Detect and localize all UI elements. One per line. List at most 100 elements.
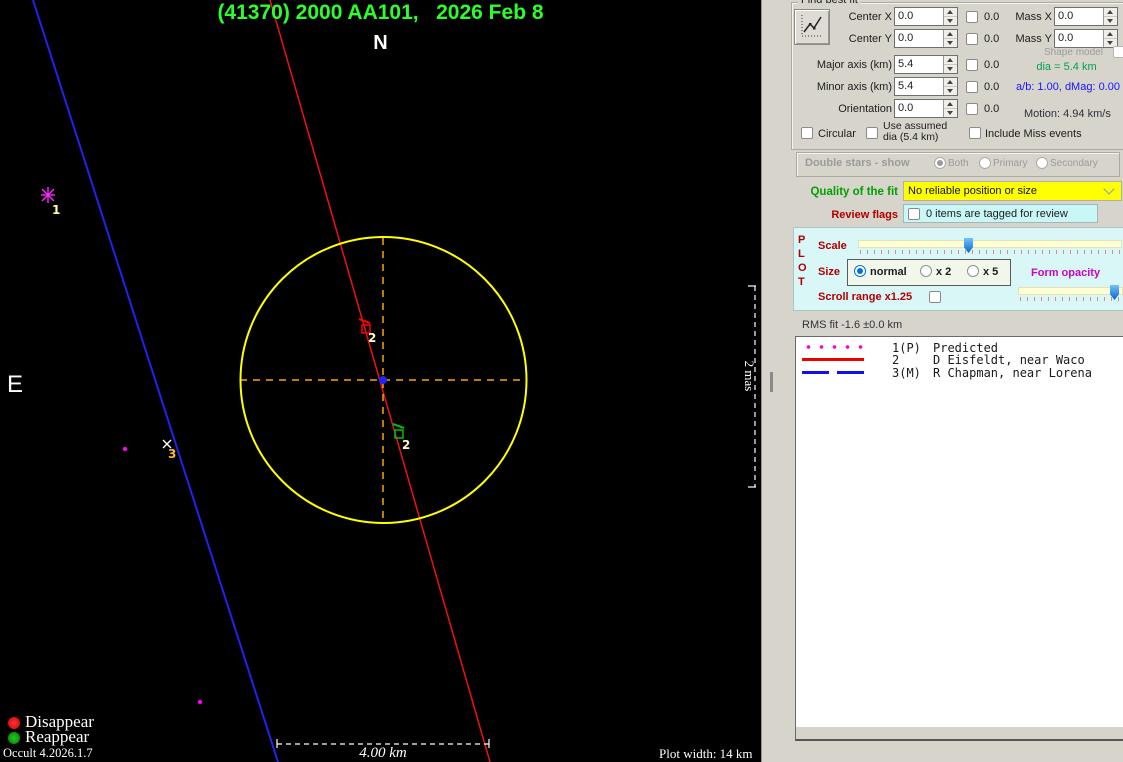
observer-row-3[interactable]: 3(M) R Chapman, near Lorena [796,366,1123,378]
mass-y-value: 0.0 [1055,30,1103,47]
motion-text: Motion: 4.94 km/s [1024,108,1111,120]
center-y-error: 0.0 [984,33,999,45]
quality-dropdown[interactable]: No reliable position or size [903,181,1122,201]
svg-text:1: 1 [52,203,60,217]
orientation-spinner[interactable] [943,100,957,117]
quality-dropdown-value: No reliable position or size [904,185,1105,197]
center-y-input[interactable]: 0.0 [894,29,958,48]
mass-x-input[interactable]: 0.0 [1054,7,1118,26]
find-best-fit-caption: Find best fit [798,0,861,6]
scale-slider[interactable] [858,238,1122,255]
double-stars-primary-radio[interactable] [979,157,991,169]
app-version: Occult 4.2026.1.7 [3,746,93,761]
north-label: N [0,32,761,55]
mas-bar-label: 2 mas [741,353,757,399]
splitter-handle[interactable] [770,372,773,392]
double-stars-primary-label: Primary [993,158,1027,169]
orientation-value: 0.0 [895,100,943,117]
form-opacity-slider[interactable] [1018,285,1123,302]
double-stars-both-radio[interactable] [934,157,946,169]
include-miss-checkbox[interactable] [969,127,981,139]
scale-bar-label: 4.00 km [300,745,466,762]
circular-checkbox[interactable] [801,127,813,139]
circular-label: Circular [818,128,856,140]
orientation-fit-checkbox[interactable] [966,103,978,115]
diameter-text: dia = 5.4 km [1014,61,1119,73]
scale-label: Scale [818,240,847,252]
control-panel: Find best fit Center X 0.0 0.0 Mass X 0.… [761,0,1123,762]
size-normal-radio[interactable] [854,265,866,277]
major-axis-error: 0.0 [984,59,999,71]
shape-model-checkbox[interactable] [1113,46,1123,58]
observer-row-predicted[interactable]: 1(P) Predicted [796,341,1123,353]
center-x-spinner[interactable] [943,8,957,25]
reappear-legend-label: Reappear [25,727,89,747]
double-stars-caption: Double stars - show [805,157,910,169]
major-axis-fit-checkbox[interactable] [966,59,978,71]
minor-axis-label: Minor axis (km) [786,81,892,93]
quality-of-fit-label: Quality of the fit [798,186,898,198]
review-flags-label: Review flags [798,209,898,221]
center-y-spinner[interactable] [943,30,957,47]
minor-axis-fit-checkbox[interactable] [966,81,978,93]
review-flags-text: 0 items are tagged for review [926,208,1068,220]
use-assumed-dia-label: Use assumed dia (5.4 km) [883,121,963,143]
svg-text:2: 2 [368,331,376,345]
size-x5-radio[interactable] [967,265,979,277]
form-opacity-label: Form opacity [1031,267,1100,279]
major-axis-input[interactable]: 5.4 [894,55,958,74]
fit-chart-icon [795,10,827,42]
line-sample-red-solid [802,358,864,361]
minor-axis-spinner[interactable] [943,78,957,95]
observer-num: 2 [892,353,899,367]
orientation-input[interactable]: 0.0 [894,99,958,118]
center-y-fit-checkbox[interactable] [966,33,978,45]
center-y-value: 0.0 [895,30,943,47]
occultation-plot-area[interactable]: 1223 (41370) 2000 AA101, 2026 Feb 8 N E … [0,0,761,762]
axis-ratio-text: a/b: 1.00, dMag: 0.00 [1012,81,1123,93]
observer-row-2[interactable]: 2 D Eisfeldt, near Waco [796,353,1123,365]
run-fit-button[interactable] [794,9,830,45]
chevron-down-icon [1103,183,1114,194]
major-axis-value: 5.4 [895,56,943,73]
center-y-label: Center Y [826,33,892,45]
double-stars-secondary-radio[interactable] [1036,157,1048,169]
minor-axis-input[interactable]: 5.4 [894,77,958,96]
double-stars-both-label: Both [948,158,969,169]
minor-axis-error: 0.0 [984,81,999,93]
svg-text:2: 2 [402,438,410,452]
minor-axis-value: 5.4 [895,78,943,95]
double-stars-secondary-label: Secondary [1050,158,1098,169]
center-x-input[interactable]: 0.0 [894,7,958,26]
center-x-error: 0.0 [984,11,999,23]
size-x2-label: x 2 [936,266,951,278]
size-label: Size [818,266,840,278]
major-axis-spinner[interactable] [943,56,957,73]
rms-fit-label: RMS fit -1.6 ±0.0 km [802,319,902,331]
mass-x-value: 0.0 [1055,8,1103,25]
center-x-fit-checkbox[interactable] [966,11,978,23]
reappear-dot-icon [8,732,20,744]
scroll-range-label: Scroll range x1.25 [818,291,912,303]
center-x-value: 0.0 [895,8,943,25]
size-x2-radio[interactable] [920,265,932,277]
mass-x-label: Mass X [1012,11,1052,23]
east-label: E [7,371,23,399]
observers-list[interactable]: 1(P) Predicted 2 D Eisfeldt, near Waco 3… [795,336,1123,741]
mass-y-label: Mass Y [1012,33,1052,45]
scroll-range-checkbox[interactable] [929,291,941,303]
observer-name: R Chapman, near Lorena [933,366,1092,380]
plot-title: (41370) 2000 AA101, 2026 Feb 8 [0,1,761,25]
major-axis-label: Major axis (km) [786,59,892,71]
size-normal-label: normal [870,266,907,278]
line-sample-magenta-dotted [802,345,864,349]
list-horizontal-scrollbar[interactable] [796,727,1123,739]
mass-x-spinner[interactable] [1103,8,1117,25]
mass-y-input[interactable]: 0.0 [1054,29,1118,48]
review-flags-field: 0 items are tagged for review [903,204,1098,223]
observer-num: 3(M) [892,366,921,380]
review-flags-checkbox[interactable] [908,208,920,220]
use-assumed-dia-checkbox[interactable] [866,127,878,139]
plot-svg[interactable]: 1223 [0,0,761,762]
mass-y-spinner[interactable] [1103,30,1117,47]
